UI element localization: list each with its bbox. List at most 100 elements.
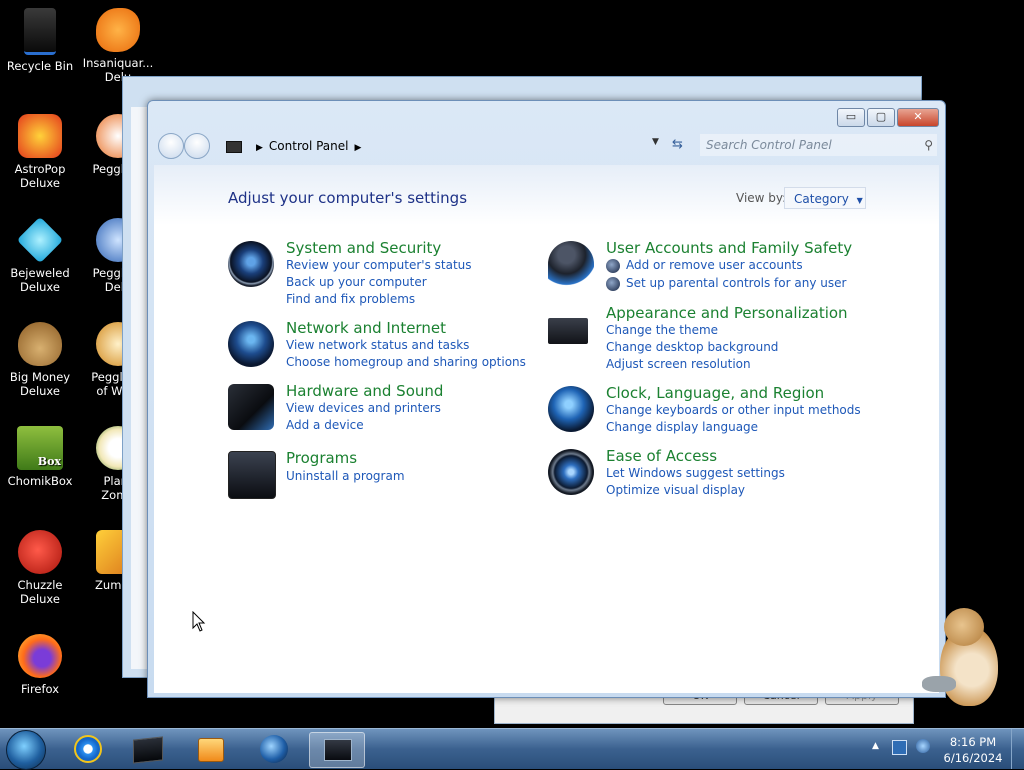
chuzzle-icon [18, 530, 62, 574]
maximize-button[interactable]: ▢ [867, 108, 895, 127]
network-icon[interactable] [228, 321, 274, 367]
category-link[interactable]: Optimize visual display [606, 483, 745, 497]
category-link[interactable]: Change keyboards or other input methods [606, 403, 861, 417]
search-input[interactable]: Search Control Panel ⚲ [700, 134, 937, 156]
category-link[interactable]: Change desktop background [606, 340, 778, 354]
system-tray: ▲ [868, 733, 948, 763]
media-player-icon [198, 738, 224, 762]
view-by-select[interactable]: Category ▼ [784, 187, 866, 209]
category-link[interactable]: Let Windows suggest settings [606, 466, 785, 480]
mouse-cursor-icon [192, 611, 206, 632]
category-link[interactable]: Add a device [286, 418, 364, 432]
start-button[interactable] [6, 730, 46, 770]
category-programs: Programs Uninstall a program [228, 449, 528, 499]
refresh-icon[interactable]: ⇆ [672, 137, 683, 152]
taskbar: ▲ 8:16 PM 6/16/2024 [0, 728, 1024, 770]
view-by-label: View by: [736, 191, 787, 205]
control-panel-window[interactable]: ▭ ▢ ✕ ▶ Control Panel ▶ ▼ ⇆ Search Control… [147, 100, 946, 698]
category-link[interactable]: View network status and tasks [286, 338, 469, 352]
category-title[interactable]: Ease of Access [606, 447, 717, 465]
category-link[interactable]: Back up your computer [286, 275, 427, 289]
desktop-icon-chuzzle[interactable]: Chuzzle Deluxe [0, 530, 80, 606]
users-icon[interactable] [548, 241, 594, 287]
address-history-dropdown-icon[interactable]: ▼ [652, 137, 659, 147]
internet-explorer-icon [74, 735, 102, 763]
clock[interactable]: 8:16 PM 6/16/2024 [942, 734, 1004, 766]
category-appearance: Appearance and Personalization Change th… [548, 304, 878, 374]
view-by-value: Category [794, 192, 849, 206]
category-ease-of-access: Ease of Access Let Windows suggest setti… [548, 447, 878, 503]
desktop-icon-insaniquarium[interactable]: Insaniquar... Delu [78, 8, 158, 84]
hamster-feet [922, 676, 956, 692]
dark-window-icon [133, 736, 163, 764]
chomikbox-icon: Box [17, 426, 63, 470]
category-link[interactable]: Change the theme [606, 323, 718, 337]
category-title[interactable]: User Accounts and Family Safety [606, 239, 852, 257]
caption-buttons: ▭ ▢ ✕ [835, 108, 939, 127]
taskbar-media-player[interactable] [183, 732, 237, 766]
desktop-icon-astropop[interactable]: AstroPop Deluxe [0, 114, 80, 190]
action-center-icon[interactable] [892, 740, 907, 755]
desktop-icon-recycle-bin[interactable]: Recycle Bin [0, 8, 80, 73]
back-button[interactable] [158, 133, 184, 159]
category-network-internet: Network and Internet View network status… [228, 319, 528, 375]
globe-clock-icon[interactable] [548, 386, 594, 432]
programs-icon[interactable] [228, 451, 276, 499]
show-desktop-button[interactable] [1011, 729, 1024, 769]
forward-button[interactable] [184, 133, 210, 159]
category-link[interactable]: Add or remove user accounts [626, 258, 803, 272]
uac-shield-icon [606, 277, 620, 291]
breadcrumb-chevron-icon[interactable]: ▶ [355, 137, 362, 159]
desktop-icon-bejeweled[interactable]: Bejeweled Deluxe [0, 216, 80, 294]
category-title[interactable]: Clock, Language, and Region [606, 384, 824, 402]
category-link[interactable]: Adjust screen resolution [606, 357, 751, 371]
control-panel-icon [226, 140, 242, 153]
category-user-accounts: User Accounts and Family Safety Add or r… [548, 239, 878, 299]
desktop-icon-firefox[interactable]: Firefox [0, 634, 80, 696]
chevron-down-icon: ▼ [856, 196, 863, 205]
page-heading: Adjust your computer's settings [228, 189, 468, 207]
ease-of-access-icon[interactable] [548, 449, 594, 495]
shield-icon[interactable] [228, 241, 274, 287]
taskbar-internet-explorer[interactable] [62, 732, 116, 766]
category-title[interactable]: Programs [286, 449, 357, 467]
hamster-mascot-icon[interactable] [922, 606, 1002, 706]
gem-icon [16, 216, 64, 264]
monitor-icon[interactable] [548, 318, 588, 344]
category-link[interactable]: View devices and printers [286, 401, 441, 415]
desktop-icon-chomikbox[interactable]: Box ChomikBox [0, 426, 80, 488]
category-title[interactable]: Appearance and Personalization [606, 304, 848, 322]
clock-date: 6/16/2024 [943, 751, 1003, 765]
navigation-bar: ▶ Control Panel ▶ ▼ ⇆ Search Control Panel… [154, 131, 939, 161]
category-title[interactable]: System and Security [286, 239, 441, 257]
taskbar-control-panel-dark[interactable] [120, 732, 174, 766]
taskbar-globe[interactable] [247, 732, 301, 766]
category-link[interactable]: Set up parental controls for any user [626, 276, 846, 290]
category-clock-language: Clock, Language, and Region Change keybo… [548, 384, 878, 440]
breadcrumb-arrow-icon: ▶ [256, 143, 263, 153]
goldfish-icon [96, 8, 140, 52]
chomikbox-badge: Box [37, 455, 61, 468]
category-link[interactable]: Choose homegroup and sharing options [286, 355, 526, 369]
category-link[interactable]: Uninstall a program [286, 469, 405, 483]
minimize-button[interactable]: ▭ [837, 108, 865, 127]
close-button[interactable]: ✕ [897, 108, 939, 127]
desktop-icon-big-money[interactable]: Big Money Deluxe [0, 322, 80, 398]
control-panel-window-icon [324, 739, 352, 761]
search-icon[interactable]: ⚲ [924, 134, 933, 156]
breadcrumb-control-panel[interactable]: Control Panel [269, 139, 349, 153]
address-bar[interactable]: ▶ Control Panel ▶ [226, 135, 686, 157]
search-placeholder: Search Control Panel [706, 138, 832, 152]
category-title[interactable]: Network and Internet [286, 319, 446, 337]
category-link[interactable]: Change display language [606, 420, 758, 434]
hamster-head [944, 608, 984, 646]
tray-expand-icon[interactable]: ▲ [872, 741, 879, 751]
taskbar-control-panel-active[interactable] [309, 732, 365, 768]
category-link[interactable]: Find and fix problems [286, 292, 415, 306]
astropop-icon [18, 114, 62, 158]
network-tray-icon[interactable] [916, 739, 930, 753]
content-pane: Adjust your computer's settings View by:… [154, 165, 939, 693]
category-title[interactable]: Hardware and Sound [286, 382, 443, 400]
printer-speaker-icon[interactable] [228, 384, 274, 430]
category-link[interactable]: Review your computer's status [286, 258, 472, 272]
